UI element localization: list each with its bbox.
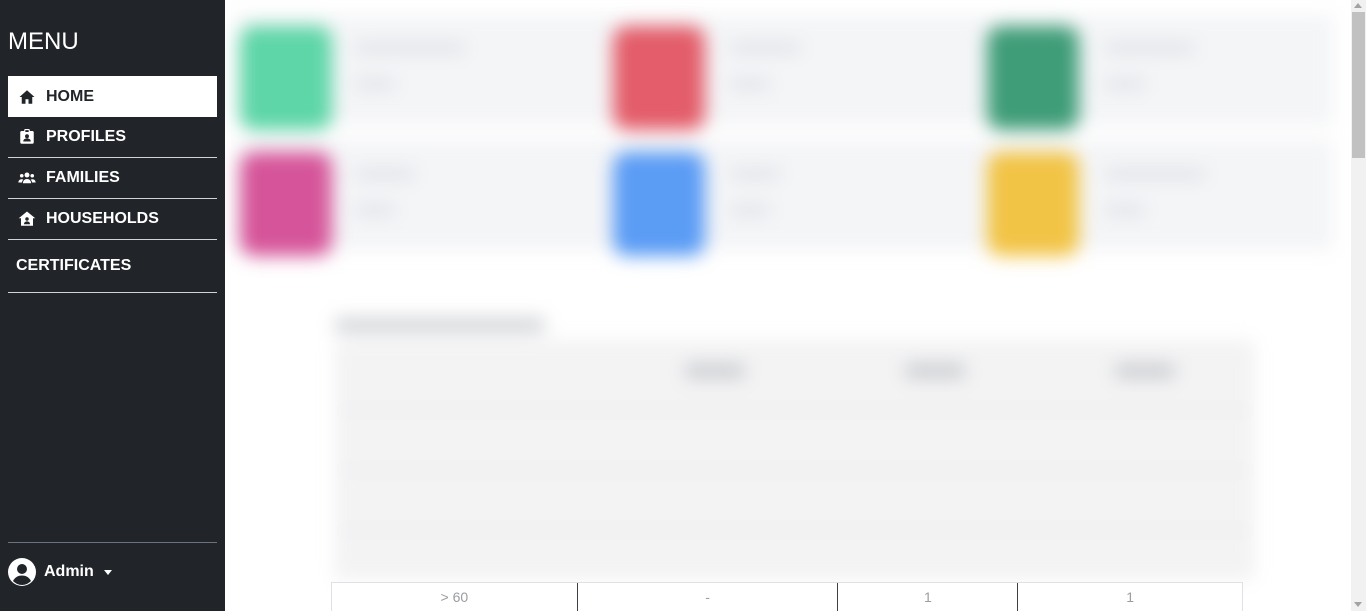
sidebar-item-families[interactable]: FAMILIES [8, 158, 217, 199]
stat-card-text [355, 80, 395, 88]
chevron-down-icon [103, 569, 112, 575]
table-row-divider [335, 470, 1255, 471]
stat-card-icon [613, 152, 705, 256]
user-menu[interactable]: Admin [8, 558, 112, 586]
table-column-header [1115, 364, 1175, 378]
sidebar-item-home[interactable]: HOME [8, 76, 217, 117]
stat-card-row [235, 140, 1333, 250]
table-row-divider [335, 530, 1255, 531]
stat-card-text [730, 80, 770, 88]
stat-card-icon [987, 152, 1079, 256]
stat-card-text [730, 206, 770, 214]
table-cell: - [578, 583, 839, 611]
table-row-divider [335, 410, 1255, 411]
stat-card-icon [240, 152, 332, 256]
stat-card-text [355, 44, 465, 52]
id-badge-icon [16, 128, 38, 146]
stat-card-text [1105, 170, 1205, 178]
blurred-dashboard [225, 0, 1351, 611]
scrollbar-thumb[interactable] [1352, 12, 1365, 158]
user-name: Admin [44, 563, 94, 580]
sidebar-item-label: FAMILIES [46, 169, 120, 186]
home-icon [16, 88, 38, 106]
sidebar: MENU HOME PROFILES FAMILIES HOUSEHOLDS C… [0, 0, 225, 611]
table-heading [335, 318, 545, 332]
sidebar-divider [8, 542, 217, 543]
user-circle-icon [8, 558, 36, 586]
stat-card-text [355, 206, 395, 214]
stat-card-text [1105, 44, 1195, 52]
scroll-down-arrow-icon[interactable] [1354, 602, 1362, 607]
table-column-header [905, 364, 965, 378]
stat-card-icon [613, 26, 705, 130]
sidebar-item-label: HOME [46, 87, 94, 105]
stat-card-text [730, 170, 780, 178]
stat-card-icon [987, 26, 1079, 130]
users-icon [16, 169, 38, 187]
table-cell-age-group: > 60 [332, 583, 578, 611]
sidebar-item-certificates[interactable]: CERTIFICATES [8, 240, 217, 293]
sidebar-item-label: CERTIFICATES [16, 257, 132, 274]
table-cell: 1 [838, 583, 1019, 611]
stat-card-row [235, 15, 1333, 125]
sidebar-item-label: HOUSEHOLDS [46, 210, 159, 227]
stat-card-icon [240, 26, 332, 130]
stat-card-text [1105, 80, 1145, 88]
sidebar-item-households[interactable]: HOUSEHOLDS [8, 199, 217, 240]
table-row: > 60 - 1 1 [331, 582, 1243, 611]
house-user-icon [16, 210, 38, 228]
menu-title: MENU [8, 28, 79, 55]
table-column-header [685, 364, 745, 378]
scroll-up-arrow-icon[interactable] [1354, 3, 1362, 8]
sidebar-item-profiles[interactable]: PROFILES [8, 117, 217, 158]
sidebar-nav: HOME PROFILES FAMILIES HOUSEHOLDS CERTIF… [8, 76, 217, 293]
table-cell: 1 [1126, 589, 1135, 605]
stat-card-text [355, 170, 415, 178]
stat-card-text [1105, 206, 1145, 214]
sidebar-item-label: PROFILES [46, 128, 127, 145]
stat-card-text [730, 44, 800, 52]
main-content [225, 0, 1351, 611]
